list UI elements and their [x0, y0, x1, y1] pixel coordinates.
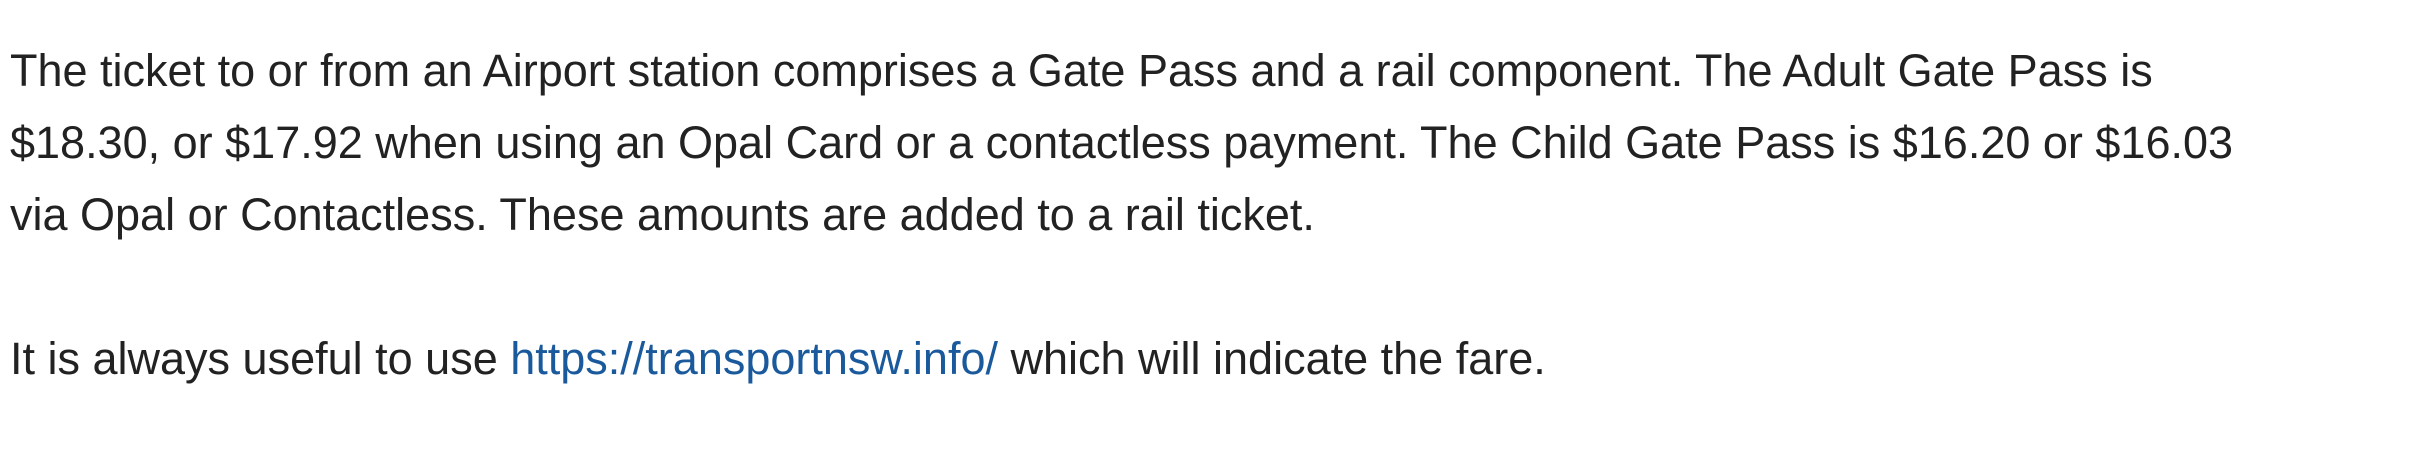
- tip-text-before-link: It is always useful to use: [10, 333, 511, 384]
- fare-paragraph-line-1: The ticket to or from an Airport station…: [10, 45, 2153, 96]
- fare-paragraph: The ticket to or from an Airport station…: [10, 35, 2410, 251]
- tip-paragraph: It is always useful to use https://trans…: [10, 323, 2410, 395]
- tip-text-after-link: which will indicate the fare.: [997, 333, 1546, 384]
- fare-paragraph-line-3: via Opal or Contactless. These amounts a…: [10, 189, 1315, 240]
- transportnsw-link[interactable]: https://transportnsw.info/: [510, 333, 998, 384]
- post-body: The ticket to or from an Airport station…: [10, 35, 2410, 467]
- fare-paragraph-line-2: $18.30, or $17.92 when using an Opal Car…: [10, 117, 2234, 168]
